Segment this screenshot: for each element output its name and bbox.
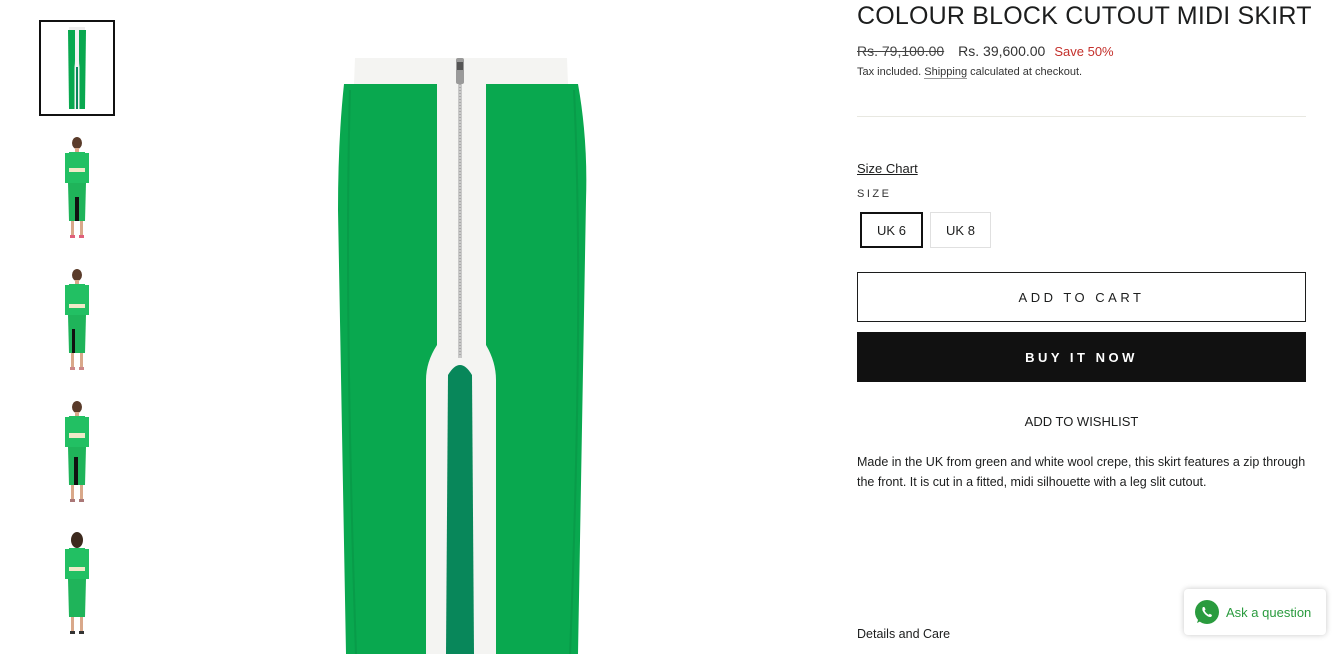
price-row: Rs. 79,100.00 Rs. 39,600.00 Save 50% (857, 43, 1114, 59)
model-thumbnail-image (65, 137, 89, 238)
size-label: SIZE (857, 188, 892, 200)
tax-note-prefix: Tax included. (857, 66, 922, 78)
add-to-wishlist-link[interactable]: ADD TO WISHLIST (857, 414, 1306, 429)
size-option-uk-6[interactable]: UK 6 (860, 212, 923, 248)
size-option-uk-8[interactable]: UK 8 (930, 212, 991, 248)
size-chart-link[interactable]: Size Chart (857, 161, 918, 176)
buy-it-now-button[interactable]: BUY IT NOW (857, 332, 1306, 382)
thumbnail-skirt-front[interactable] (39, 20, 115, 116)
ask-question-label: Ask a question (1226, 604, 1312, 620)
divider (857, 116, 1306, 117)
whatsapp-icon (1195, 600, 1219, 624)
thumbnail-model-back[interactable] (39, 532, 115, 634)
thumbnail-model-side[interactable] (39, 269, 115, 370)
sale-price: Rs. 39,600.00 (958, 43, 1046, 59)
skirt-thumbnail-image (68, 27, 86, 109)
model-thumbnail-image (65, 532, 89, 634)
main-product-image[interactable] (300, 0, 620, 654)
tax-note: Tax included. Shipping calculated at che… (857, 66, 1083, 79)
save-badge: Save 50% (1054, 44, 1114, 59)
details-and-care-toggle[interactable]: Details and Care (857, 627, 950, 641)
model-thumbnail-image (65, 269, 89, 370)
add-to-cart-button[interactable]: ADD TO CART (857, 272, 1306, 322)
compare-price: Rs. 79,100.00 (857, 43, 945, 59)
tax-note-suffix: calculated at checkout. (970, 66, 1083, 78)
product-title: COLOUR BLOCK CUTOUT MIDI SKIRT (857, 2, 1312, 30)
product-description: Made in the UK from green and white wool… (857, 455, 1306, 489)
ask-question-widget[interactable]: Ask a question (1184, 589, 1326, 635)
shipping-link[interactable]: Shipping (924, 66, 968, 79)
thumbnail-model-open[interactable] (39, 401, 115, 502)
skirt-image (338, 58, 587, 654)
model-thumbnail-image (65, 401, 89, 502)
thumbnail-model-front[interactable] (39, 137, 115, 238)
